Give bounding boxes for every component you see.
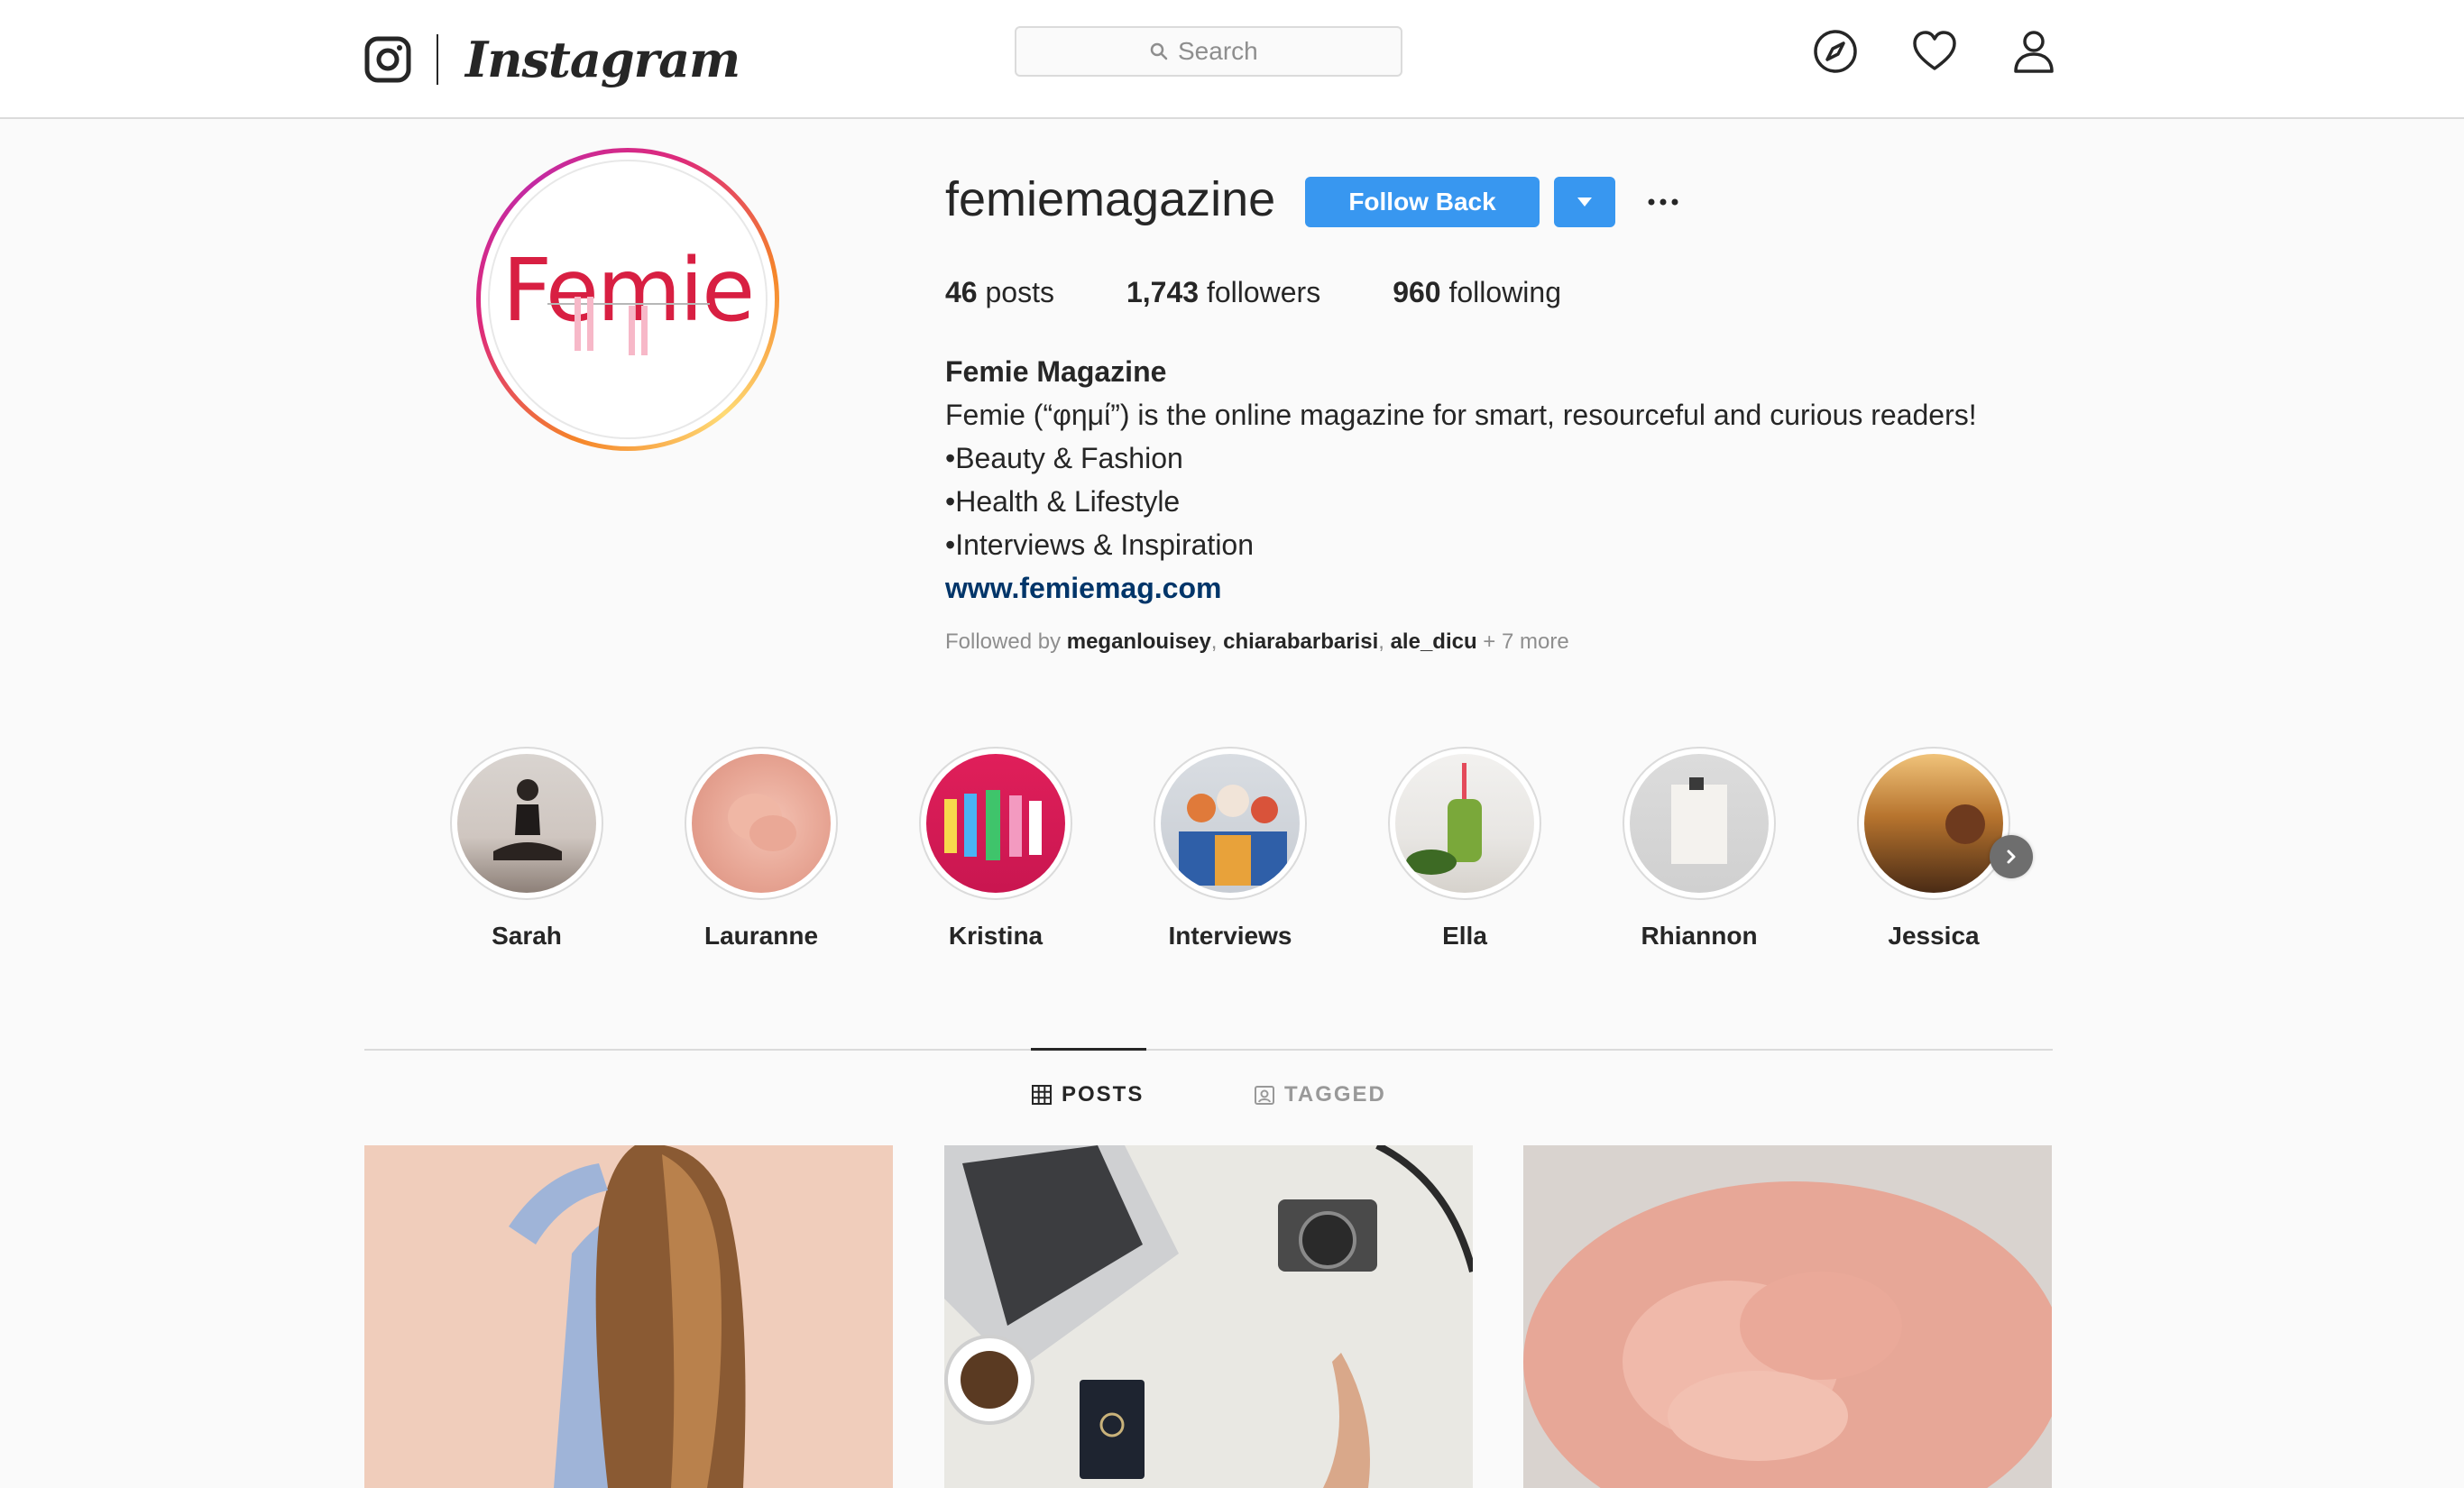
search-box[interactable] — [1015, 26, 1402, 77]
post-image — [364, 1145, 893, 1488]
highlights-next-button[interactable] — [1990, 835, 2033, 878]
highlight-thumbnail — [926, 754, 1065, 893]
caret-down-icon — [1577, 197, 1592, 207]
posts-stat: 46 posts — [945, 276, 1054, 309]
post-thumbnail[interactable] — [944, 1145, 1473, 1488]
followed-by-more[interactable]: + 7 more — [1483, 629, 1568, 654]
post-image — [1523, 1145, 2052, 1488]
profile-website-link[interactable]: www.femiemag.com — [945, 572, 1221, 604]
suggested-accounts-button[interactable] — [1554, 177, 1615, 227]
highlight-ring — [919, 747, 1072, 900]
bio-line: •Beauty & Fashion — [945, 442, 1183, 474]
highlight-label: Lauranne — [703, 922, 819, 950]
chevron-right-icon — [2007, 850, 2016, 864]
avatar-logo-decoration — [547, 297, 710, 355]
highlight-interviews[interactable]: Interviews — [1140, 747, 1320, 951]
following-label: following — [1448, 276, 1561, 308]
profile-bio: Femie Magazine Femie (“φημί”) is the onl… — [945, 350, 1977, 610]
highlight-label: Jessica — [1888, 922, 1980, 950]
highlight-label: Kristina — [948, 922, 1044, 950]
tab-posts-label: POSTS — [1062, 1082, 1145, 1107]
followers-stat[interactable]: 1,743 followers — [1126, 276, 1320, 309]
highlight-thumbnail — [1864, 754, 2003, 893]
highlight-image — [728, 794, 796, 851]
highlight-image — [1179, 785, 1287, 886]
explore-icon[interactable] — [1811, 27, 1860, 76]
instagram-wordmark[interactable]: Instagram — [465, 31, 740, 88]
post-image — [944, 1145, 1473, 1488]
highlight-ring — [1388, 747, 1541, 900]
brand[interactable]: Instagram — [364, 25, 740, 94]
highlight-ring — [1857, 747, 2010, 900]
highlight-image — [944, 790, 1042, 860]
bio-line: •Interviews & Inspiration — [945, 528, 1255, 561]
profile-icon[interactable] — [2009, 27, 2058, 76]
highlight-sarah[interactable]: Sarah — [437, 747, 617, 951]
highlight-thumbnail — [1630, 754, 1769, 893]
highlight-lauranne[interactable]: Lauranne — [671, 747, 851, 951]
search-icon — [1150, 42, 1168, 60]
profile-stats: 46 posts 1,743 followers 960 following — [945, 276, 1633, 309]
highlight-label: Sarah — [492, 922, 562, 950]
posts-count: 46 — [945, 276, 978, 308]
highlight-label: Ella — [1442, 922, 1487, 950]
post-thumbnail[interactable] — [364, 1145, 893, 1488]
highlight-ring — [1623, 747, 1776, 900]
followers-label: followers — [1206, 276, 1321, 308]
highlight-thumbnail — [692, 754, 831, 893]
posts-label: posts — [985, 276, 1054, 308]
followed-by-account[interactable]: chiarabarbarisi — [1223, 629, 1378, 654]
followed-by-prefix: Followed by — [945, 629, 1062, 654]
highlight-label: Interviews — [1168, 922, 1292, 950]
highlight-thumbnail — [457, 754, 596, 893]
top-nav: Instagram — [0, 0, 2464, 119]
highlight-rhiannon[interactable]: Rhiannon — [1609, 747, 1789, 951]
bio-line: •Health & Lifestyle — [945, 485, 1181, 518]
highlight-image — [1671, 777, 1727, 864]
search-input[interactable] — [1178, 37, 1268, 66]
highlight-ring — [1154, 747, 1307, 900]
tabs-divider — [364, 1049, 2053, 1051]
follow-back-button[interactable]: Follow Back — [1305, 177, 1540, 227]
highlight-image — [1945, 804, 1985, 844]
followers-count: 1,743 — [1126, 276, 1200, 308]
brand-divider — [437, 34, 438, 85]
more-options-button[interactable] — [1647, 186, 1679, 218]
highlight-label: Rhiannon — [1641, 922, 1758, 950]
profile-full-name: Femie Magazine — [945, 355, 1167, 388]
tab-posts[interactable]: POSTS — [1031, 1082, 1144, 1107]
tab-tagged-label: TAGGED — [1284, 1082, 1386, 1107]
following-stat[interactable]: 960 following — [1393, 276, 1561, 309]
highlight-thumbnail — [1161, 754, 1300, 893]
nav-icons — [1811, 27, 2058, 76]
followed-by-account[interactable]: meganlouisey — [1067, 629, 1211, 654]
bio-line: Femie (“φημί”) is the online magazine fo… — [945, 399, 1977, 431]
avatar-inner: Femie — [481, 152, 775, 446]
profile-username: femiemagazine — [945, 172, 1276, 226]
highlight-thumbnail — [1395, 754, 1534, 893]
more-dots-icon — [1648, 198, 1678, 206]
post-thumbnail[interactable] — [1523, 1145, 2052, 1488]
tagged-icon — [1255, 1086, 1274, 1105]
tab-tagged[interactable]: TAGGED — [1254, 1082, 1386, 1107]
highlight-image — [1406, 763, 1482, 875]
highlight-ella[interactable]: Ella — [1375, 747, 1555, 951]
activity-heart-icon[interactable] — [1910, 27, 1959, 76]
highlight-ring — [685, 747, 838, 900]
followed-by[interactable]: Followed by meganlouisey, chiarabarbaris… — [945, 629, 1569, 655]
profile-avatar[interactable]: Femie — [476, 148, 779, 451]
followed-by-account[interactable]: ale_dicu — [1391, 629, 1477, 654]
avatar-image: Femie — [488, 160, 768, 439]
grid-icon — [1032, 1085, 1052, 1105]
instagram-logo-icon[interactable] — [364, 36, 411, 83]
highlight-kristina[interactable]: Kristina — [906, 747, 1086, 951]
highlight-ring — [450, 747, 603, 900]
following-count: 960 — [1393, 276, 1441, 308]
highlight-image — [493, 779, 562, 860]
active-tab-indicator — [1031, 1048, 1146, 1051]
